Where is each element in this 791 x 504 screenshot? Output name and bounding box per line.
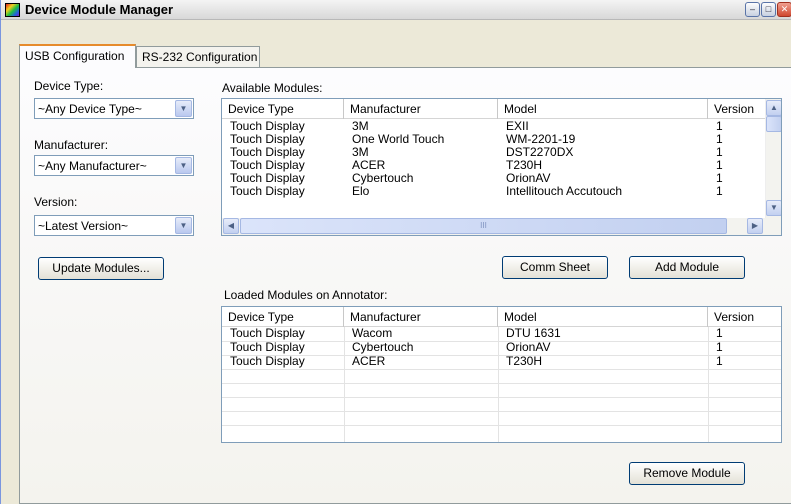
cell-model: OrionAV (506, 172, 551, 185)
grid-divider (222, 411, 781, 412)
device-module-manager-window: Device Module Manager – □ ✕ USB Configur… (0, 0, 791, 504)
title-bar[interactable]: Device Module Manager – □ ✕ (1, 0, 791, 20)
cell-model: DST2270DX (506, 146, 574, 159)
scroll-left-icon[interactable]: ◀ (223, 218, 239, 234)
window-title: Device Module Manager (25, 2, 174, 17)
available-modules-label: Available Modules: (222, 81, 323, 95)
cell-manufacturer: 3M (352, 120, 369, 133)
add-module-button[interactable]: Add Module (629, 256, 745, 279)
device-type-value: ~Any Device Type~ (38, 102, 142, 116)
column-header-device-type[interactable]: Device Type (222, 99, 344, 119)
tab-usb-configuration[interactable]: USB Configuration (19, 44, 136, 68)
usb-configuration-panel: Device Type: ~Any Device Type~ ▼ Manufac… (19, 67, 791, 504)
cell-device-type: Touch Display (230, 172, 305, 185)
minimize-button[interactable]: – (745, 2, 760, 17)
cell-version: 1 (716, 341, 723, 354)
cell-manufacturer: 3M (352, 146, 369, 159)
chevron-down-icon[interactable]: ▼ (175, 217, 192, 234)
column-header-model[interactable]: Model (498, 307, 708, 327)
scroll-thumb[interactable] (766, 116, 781, 132)
cell-manufacturer: Cybertouch (352, 341, 414, 354)
scroll-up-icon[interactable]: ▲ (766, 100, 781, 116)
cell-device-type: Touch Display (230, 159, 305, 172)
cell-manufacturer: Wacom (352, 327, 393, 340)
table-row[interactable]: Touch Display Cybertouch OrionAV 1 (222, 341, 781, 355)
version-label: Version: (34, 195, 78, 209)
column-header-version[interactable]: Version (708, 307, 781, 327)
cell-device-type: Touch Display (230, 133, 305, 146)
cell-device-type: Touch Display (230, 146, 305, 159)
scroll-down-icon[interactable]: ▼ (766, 200, 781, 216)
cell-model: OrionAV (506, 341, 551, 354)
cell-manufacturer: ACER (352, 159, 386, 172)
cell-model: T230H (506, 355, 543, 368)
available-modules-list[interactable]: Device Type Manufacturer Model Version T… (221, 98, 782, 236)
cell-version: 1 (716, 185, 723, 198)
remove-module-button[interactable]: Remove Module (629, 462, 745, 485)
update-modules-button[interactable]: Update Modules... (38, 257, 164, 280)
grid-divider (222, 383, 781, 384)
available-list-header: Device Type Manufacturer Model Version (222, 99, 765, 119)
maximize-button[interactable]: □ (761, 2, 776, 17)
version-value: ~Latest Version~ (38, 219, 129, 233)
grid-divider (222, 369, 781, 370)
cell-device-type: Touch Display (230, 355, 305, 368)
cell-model: EXII (506, 120, 529, 133)
cell-model: WM-2201-19 (506, 133, 576, 146)
cell-model: DTU 1631 (506, 327, 561, 340)
cell-device-type: Touch Display (230, 185, 305, 198)
loaded-list-header: Device Type Manufacturer Model Version (222, 307, 781, 327)
cell-version: 1 (716, 120, 723, 133)
table-row[interactable]: Touch Display Wacom DTU 1631 1 (222, 327, 781, 341)
grid-divider (222, 425, 781, 426)
column-header-manufacturer[interactable]: Manufacturer (344, 99, 498, 119)
cell-device-type: Touch Display (230, 327, 305, 340)
table-row[interactable]: Touch Display ACER T230H 1 (222, 355, 781, 369)
table-row[interactable]: Touch Display Elo Intellitouch Accutouch… (222, 185, 765, 199)
chevron-down-icon[interactable]: ▼ (175, 100, 192, 117)
cell-version: 1 (716, 133, 723, 146)
app-icon (5, 3, 20, 17)
cell-manufacturer: Cybertouch (352, 172, 414, 185)
cell-version: 1 (716, 355, 723, 368)
cell-version: 1 (716, 172, 723, 185)
cell-version: 1 (716, 146, 723, 159)
device-type-select[interactable]: ~Any Device Type~ ▼ (34, 98, 194, 119)
available-horizontal-scrollbar[interactable]: ◀ III ▶ (222, 218, 781, 235)
available-vertical-scrollbar[interactable]: ▲ ▼ (765, 99, 781, 218)
device-type-label: Device Type: (34, 79, 104, 93)
grid-divider (222, 397, 781, 398)
column-header-manufacturer[interactable]: Manufacturer (344, 307, 498, 327)
cell-device-type: Touch Display (230, 341, 305, 354)
cell-manufacturer: Elo (352, 185, 370, 198)
manufacturer-label: Manufacturer: (34, 138, 109, 152)
cell-model: T230H (506, 159, 543, 172)
cell-manufacturer: ACER (352, 355, 386, 368)
cell-version: 1 (716, 327, 723, 340)
close-button[interactable]: ✕ (777, 2, 791, 17)
manufacturer-select[interactable]: ~Any Manufacturer~ ▼ (34, 155, 194, 176)
column-header-version[interactable]: Version (708, 99, 768, 119)
cell-model: Intellitouch Accutouch (506, 185, 623, 198)
column-header-model[interactable]: Model (498, 99, 708, 119)
manufacturer-value: ~Any Manufacturer~ (38, 159, 147, 173)
comm-sheet-button[interactable]: Comm Sheet (502, 256, 608, 279)
column-header-device-type[interactable]: Device Type (222, 307, 344, 327)
cell-manufacturer: One World Touch (352, 133, 445, 146)
horizontal-scroll-thumb[interactable]: III (240, 218, 727, 234)
version-select[interactable]: ~Latest Version~ ▼ (34, 215, 194, 236)
loaded-modules-list[interactable]: Device Type Manufacturer Model Version T… (221, 306, 782, 443)
loaded-modules-label: Loaded Modules on Annotator: (224, 288, 388, 302)
tab-rs232-configuration[interactable]: RS-232 Configuration (136, 46, 260, 67)
cell-version: 1 (716, 159, 723, 172)
cell-device-type: Touch Display (230, 120, 305, 133)
chevron-down-icon[interactable]: ▼ (175, 157, 192, 174)
scroll-right-icon[interactable]: ▶ (747, 218, 763, 234)
